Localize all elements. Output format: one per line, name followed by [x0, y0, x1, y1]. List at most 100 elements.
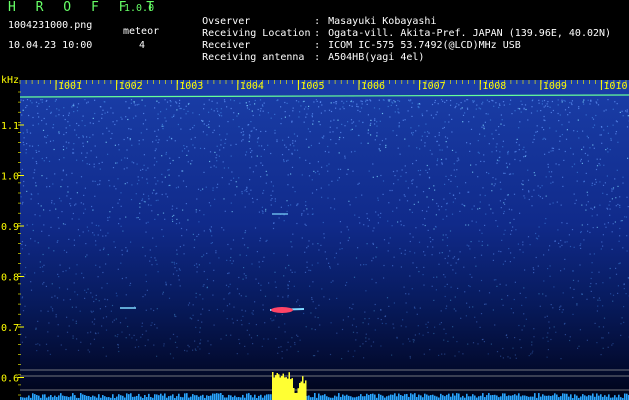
- noise-dot: [166, 196, 169, 198]
- noise-dot: [616, 169, 618, 171]
- noise-dot: [454, 355, 456, 357]
- noise-dot: [149, 260, 151, 262]
- noise-dot: [366, 213, 368, 215]
- noise-dot: [196, 266, 198, 268]
- noise-dot: [376, 246, 378, 249]
- noise-dot: [391, 101, 393, 103]
- noise-dot: [404, 253, 406, 255]
- noise-dot: [40, 99, 42, 101]
- noise-dot: [225, 334, 227, 336]
- noise-dot: [176, 249, 178, 251]
- noise-dot: [305, 326, 307, 328]
- noise-dot: [21, 248, 23, 250]
- noise-dot: [145, 169, 147, 171]
- noise-dot: [155, 193, 157, 195]
- noise-dot: [536, 125, 538, 127]
- noise-dot: [580, 231, 582, 234]
- noise-dot: [226, 133, 228, 135]
- noise-dot: [497, 225, 499, 227]
- noise-dot: [373, 107, 376, 109]
- noise-dot: [378, 108, 381, 110]
- y-tick-label: 1.0: [1, 172, 19, 183]
- noise-dot: [373, 310, 375, 312]
- noise-dot: [484, 121, 486, 123]
- burst-bar: [303, 383, 305, 400]
- noise-dot: [350, 119, 353, 121]
- noise-dot: [481, 232, 483, 234]
- noise-dot: [529, 244, 531, 246]
- noise-dot: [609, 149, 611, 151]
- noise-dot: [115, 188, 117, 190]
- noise-dot: [533, 328, 535, 330]
- noise-dot: [549, 127, 551, 129]
- noise-dot: [243, 133, 245, 136]
- noise-dot: [244, 206, 246, 208]
- noise-dot: [333, 198, 336, 200]
- noise-dot: [28, 253, 30, 255]
- noise-dot: [25, 106, 27, 109]
- noise-dot: [422, 224, 424, 226]
- noise-dot: [117, 202, 119, 204]
- noise-dot: [95, 156, 98, 158]
- noise-dot: [376, 121, 378, 123]
- noise-dot: [37, 343, 39, 345]
- noise-dot: [559, 135, 561, 137]
- noise-dot: [248, 322, 250, 325]
- noise-dot: [172, 220, 174, 222]
- baseline-bar: [590, 395, 592, 400]
- noise-dot: [564, 334, 566, 336]
- noise-dot: [547, 268, 549, 270]
- noise-dot: [459, 192, 461, 194]
- baseline-bar: [592, 393, 594, 400]
- baseline-bar: [426, 394, 428, 400]
- baseline-bar: [104, 396, 106, 400]
- noise-dot: [382, 180, 385, 182]
- noise-dot: [92, 209, 94, 211]
- noise-dot: [193, 264, 196, 266]
- noise-dot: [561, 311, 563, 313]
- noise-dot: [208, 202, 210, 204]
- noise-dot: [178, 102, 181, 104]
- noise-dot: [198, 233, 200, 236]
- noise-dot: [450, 180, 452, 182]
- noise-dot: [238, 177, 240, 179]
- noise-dot: [468, 285, 470, 287]
- noise-dot: [436, 111, 438, 113]
- noise-dot: [251, 197, 254, 199]
- noise-dot: [101, 287, 103, 289]
- noise-dot: [533, 172, 535, 174]
- noise-dot: [341, 358, 343, 360]
- noise-dot: [175, 315, 177, 318]
- noise-dot: [35, 101, 38, 103]
- noise-dot: [316, 189, 318, 191]
- noise-dot: [311, 114, 313, 117]
- baseline-bar: [522, 395, 524, 400]
- noise-dot: [363, 224, 365, 226]
- noise-dot: [95, 294, 97, 296]
- noise-dot: [321, 166, 323, 168]
- filename: 1004231000.png: [8, 20, 93, 31]
- noise-dot: [48, 105, 50, 108]
- noise-dot: [380, 309, 382, 311]
- noise-dot: [362, 121, 364, 124]
- noise-dot: [171, 116, 173, 118]
- noise-dot: [602, 282, 604, 284]
- noise-dot: [179, 269, 181, 271]
- noise-dot: [98, 225, 100, 227]
- baseline-bar: [486, 395, 488, 400]
- baseline-bar: [544, 395, 546, 400]
- noise-dot: [35, 185, 37, 187]
- noise-dot: [162, 128, 164, 130]
- noise-dot: [426, 196, 428, 198]
- baseline-bar: [562, 393, 564, 400]
- noise-dot: [167, 169, 169, 171]
- baseline-bar: [472, 394, 474, 400]
- noise-dot: [161, 173, 163, 175]
- noise-dot: [479, 326, 481, 328]
- noise-dot: [118, 144, 120, 146]
- noise-dot: [320, 187, 322, 189]
- noise-dot: [504, 198, 506, 200]
- noise-dot: [147, 195, 150, 197]
- noise-dot: [46, 108, 48, 110]
- noise-dot: [573, 288, 575, 290]
